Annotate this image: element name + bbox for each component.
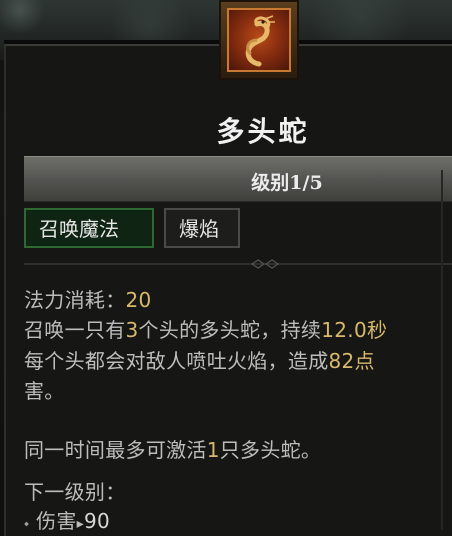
next-damage-value: 90: [83, 509, 111, 533]
damage-value: 82点: [328, 349, 375, 373]
head-count: 3: [125, 318, 139, 342]
desc-text: 只多头蛇。: [219, 438, 322, 462]
skill-title: 多头蛇: [216, 115, 310, 148]
desc-line-2: 每个头都会对敌人喷吐火焰，造成82点: [24, 345, 375, 374]
max-active-value: 1: [206, 438, 220, 462]
next-level-damage: ⬩ 伤害▸90: [24, 505, 110, 534]
skill-level: 级别1/5: [251, 172, 323, 194]
mana-cost-line: 法力消耗：20: [24, 284, 152, 313]
desc-text: 召唤一只有: [24, 318, 126, 342]
mana-cost-value: 20: [125, 288, 152, 312]
triangle-right-icon: ▸: [76, 516, 84, 532]
next-damage-label: 伤害: [36, 509, 77, 533]
diamond-bullet-icon: ⬩: [24, 516, 30, 532]
mana-cost-label: 法力消耗：: [24, 288, 126, 312]
desc-text: 每个头都会对敌人喷吐火焰，造成: [24, 349, 329, 373]
next-level-label: 下一级别：: [24, 480, 126, 504]
hydra-icon: [227, 8, 291, 72]
desc-line-4: 同一时间最多可激活1只多头蛇。: [24, 434, 321, 463]
duration-value: 12.0秒: [321, 318, 388, 342]
tag-element: 爆焰: [164, 208, 240, 248]
tag-school: 召唤魔法: [24, 208, 154, 248]
skill-tooltip: 多头蛇 级别1/5 召唤魔法 爆焰 法力消耗：20 召唤一只有3个头的多头蛇，持…: [0, 0, 452, 536]
level-bar: 级别1/5: [24, 156, 452, 202]
skill-icon-frame: [219, 0, 299, 80]
desc-text: 同一时间最多可激活: [24, 438, 207, 462]
desc-line-1: 召唤一只有3个头的多头蛇，持续12.0秒: [24, 314, 387, 343]
desc-line-3: 害。: [24, 379, 65, 403]
divider-ornament-icon: [250, 259, 280, 269]
scrollbar-track[interactable]: [441, 170, 443, 530]
desc-text: 个头的多头蛇，持续: [138, 318, 322, 342]
section-divider: [24, 263, 452, 265]
